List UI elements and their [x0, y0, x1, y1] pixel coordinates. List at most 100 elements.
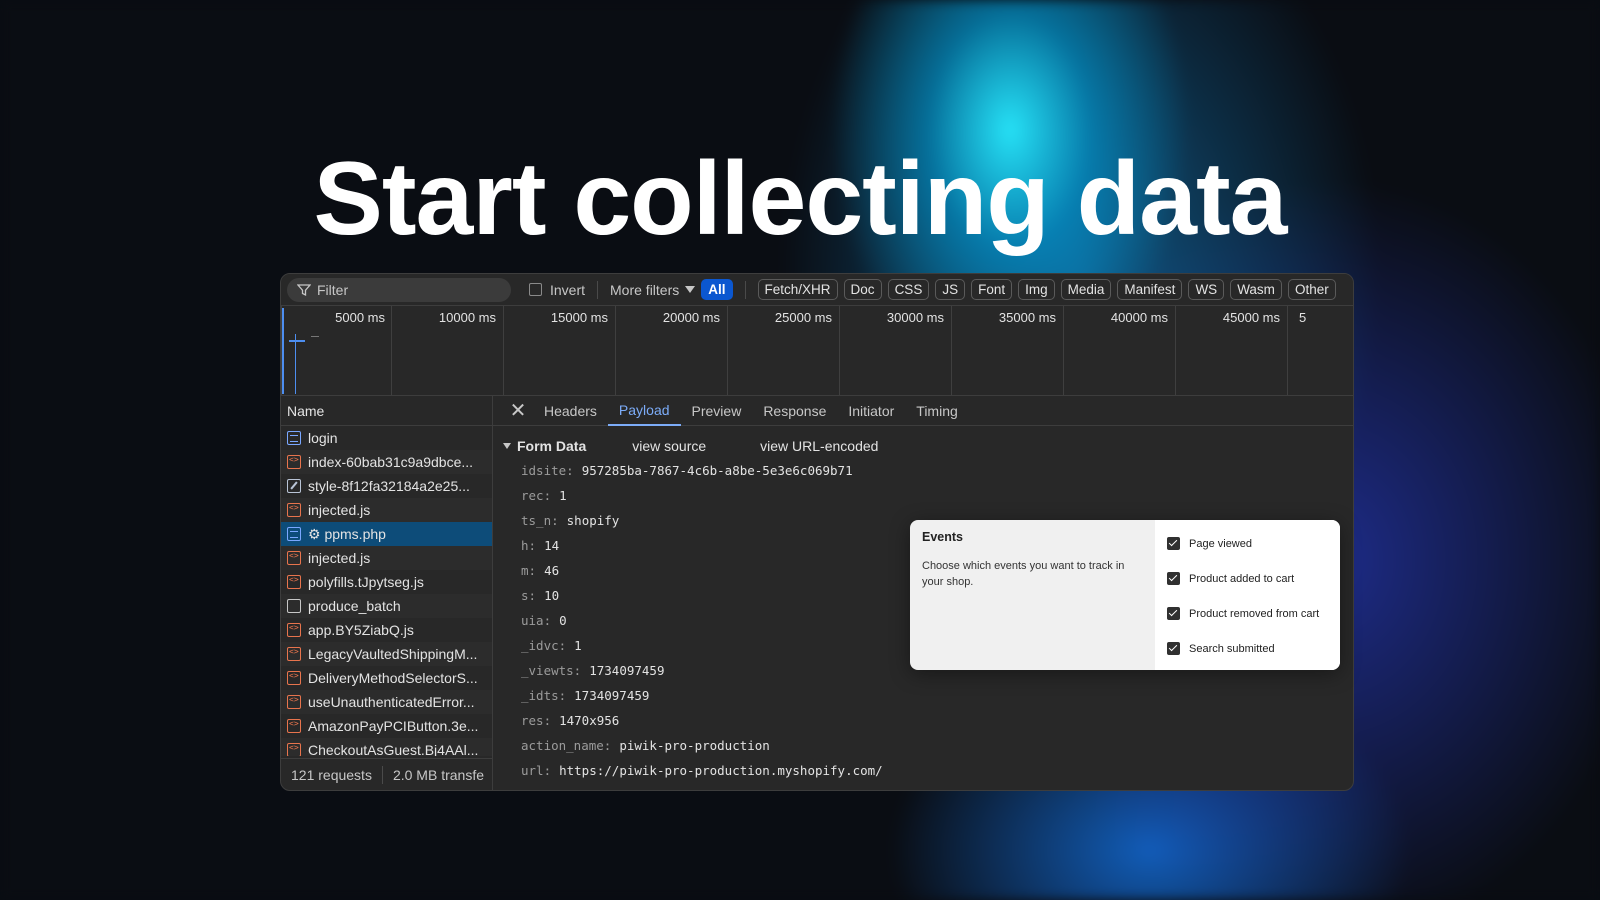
timeline-tick-label: 45000 ms: [1222, 310, 1280, 325]
timeline-tick-label: 30000 ms: [886, 310, 944, 325]
view-url-encoded-link[interactable]: view URL-encoded: [760, 438, 878, 454]
script-icon: [287, 695, 301, 709]
chip-js[interactable]: JS: [935, 279, 966, 300]
script-icon: [287, 503, 301, 517]
script-icon: [287, 647, 301, 661]
network-timeline-overview[interactable]: 5000 ms 10000 ms 15000 ms 20000 ms 25000…: [281, 306, 1353, 396]
chip-manifest[interactable]: Manifest: [1117, 279, 1183, 300]
chip-doc[interactable]: Doc: [843, 279, 882, 300]
request-name: style-8f12fa32184a2e25...: [308, 478, 470, 494]
field-value: shopify: [566, 513, 620, 528]
field-value: 1734097459: [589, 663, 665, 678]
timeline-tick-label: 15000 ms: [550, 310, 608, 325]
request-row[interactable]: CheckoutAsGuest.Bj4AAl...: [281, 738, 492, 756]
filter-input[interactable]: [317, 281, 497, 298]
stylesheet-icon: [287, 479, 301, 493]
timeline-gridline: [615, 306, 616, 395]
request-name: app.BY5ZiabQ.js: [308, 622, 414, 638]
field-value: 10: [544, 588, 560, 603]
close-icon[interactable]: ✕: [503, 398, 533, 423]
checkbox-checked-icon[interactable]: [1167, 572, 1180, 585]
timeline-request-bar: [289, 340, 305, 342]
name-column-header[interactable]: Name: [281, 396, 492, 426]
invert-checkbox-box[interactable]: [529, 283, 542, 296]
request-row-selected[interactable]: ⚙ ppms.php: [281, 522, 492, 546]
field-value: https://piwik-pro-production.myshopify.c…: [559, 763, 883, 778]
request-row[interactable]: app.BY5ZiabQ.js: [281, 618, 492, 642]
checkbox-checked-icon[interactable]: [1167, 607, 1180, 620]
timeline-tick-label: 25000 ms: [774, 310, 832, 325]
more-filters-dropdown[interactable]: More filters: [610, 281, 696, 298]
chip-fetch-xhr[interactable]: Fetch/XHR: [757, 279, 838, 300]
form-data-section-header[interactable]: Form Data view source view URL-encoded: [503, 434, 1343, 458]
field-value: 1470x956: [559, 713, 620, 728]
checkbox-checked-icon[interactable]: [1167, 642, 1180, 655]
request-row[interactable]: injected.js: [281, 546, 492, 570]
request-row[interactable]: style-8f12fa32184a2e25...: [281, 474, 492, 498]
tab-initiator[interactable]: Initiator: [837, 396, 905, 426]
request-row[interactable]: login: [281, 426, 492, 450]
event-option-product-removed[interactable]: Product removed from cart: [1167, 596, 1328, 631]
request-row[interactable]: injected.js: [281, 498, 492, 522]
tab-headers[interactable]: Headers: [533, 396, 608, 426]
toolbar-divider: [744, 280, 746, 299]
document-icon: [287, 431, 301, 445]
chip-other[interactable]: Other: [1287, 279, 1336, 300]
headline: Start collecting data: [313, 141, 1288, 257]
script-icon: [287, 623, 301, 637]
tab-timing[interactable]: Timing: [905, 396, 969, 426]
timeline-selection-marker: [282, 308, 284, 394]
script-icon: [287, 575, 301, 589]
form-field-row: res: 1470x956: [503, 708, 1343, 733]
invert-label: Invert: [550, 281, 586, 298]
chip-css[interactable]: CSS: [887, 279, 930, 300]
request-row[interactable]: polyfills.tJpytseg.js: [281, 570, 492, 594]
script-icon: [287, 455, 301, 469]
field-value: 957285ba-7867-4c6b-a8be-5e3e6c069b71: [581, 463, 853, 478]
chip-font[interactable]: Font: [971, 279, 1013, 300]
field-value: piwik-pro-production: [619, 738, 770, 753]
tab-preview[interactable]: Preview: [681, 396, 753, 426]
chip-wasm[interactable]: Wasm: [1230, 279, 1282, 300]
field-value: 14: [544, 538, 560, 553]
filter-input-box[interactable]: [287, 277, 511, 302]
form-field-row: _idts: 1734097459: [503, 683, 1343, 708]
more-filters-label: More filters: [610, 281, 680, 298]
event-option-label: Product removed from cart: [1189, 607, 1320, 620]
request-list: login index-60bab31c9a9dbce... style-8f1…: [281, 426, 492, 756]
event-option-page-viewed[interactable]: Page viewed: [1167, 526, 1328, 561]
field-key: _idvc:: [521, 638, 567, 653]
request-row[interactable]: useUnauthenticatedError...: [281, 690, 492, 714]
view-source-link[interactable]: view source: [632, 438, 706, 454]
request-name: polyfills.tJpytseg.js: [308, 574, 424, 590]
event-option-product-added[interactable]: Product added to cart: [1167, 561, 1328, 596]
chip-all[interactable]: All: [701, 279, 733, 300]
request-row[interactable]: DeliveryMethodSelectorS...: [281, 666, 492, 690]
timeline-tick-label: 5: [1299, 310, 1307, 325]
chip-media[interactable]: Media: [1060, 279, 1112, 300]
field-key: s:: [521, 588, 537, 603]
timeline-gridline: [391, 306, 392, 395]
chip-img[interactable]: Img: [1018, 279, 1055, 300]
field-key: _idts:: [521, 688, 567, 703]
events-settings-card: Events Choose which events you want to t…: [910, 520, 1340, 670]
checkbox-checked-icon[interactable]: [1167, 537, 1180, 550]
expand-triangle-icon[interactable]: [503, 443, 511, 449]
invert-checkbox[interactable]: Invert: [529, 282, 585, 298]
request-name: produce_batch: [308, 598, 401, 614]
request-row[interactable]: AmazonPayPCIButton.3e...: [281, 714, 492, 738]
form-data-title: Form Data: [517, 438, 587, 454]
request-row[interactable]: LegacyVaultedShippingM...: [281, 642, 492, 666]
request-row[interactable]: index-60bab31c9a9dbce...: [281, 450, 492, 474]
request-row[interactable]: produce_batch: [281, 594, 492, 618]
form-field-row: url: https://piwik-pro-production.myshopi…: [503, 758, 1343, 783]
request-name: login: [308, 430, 338, 446]
request-name: useUnauthenticatedError...: [308, 694, 475, 710]
tab-response[interactable]: Response: [752, 396, 837, 426]
event-option-label: Search submitted: [1189, 642, 1275, 655]
field-key: res:: [521, 713, 552, 728]
field-key: uia:: [521, 613, 552, 628]
chip-ws[interactable]: WS: [1188, 279, 1225, 300]
event-option-search-submitted[interactable]: Search submitted: [1167, 631, 1328, 666]
tab-payload[interactable]: Payload: [607, 396, 681, 426]
